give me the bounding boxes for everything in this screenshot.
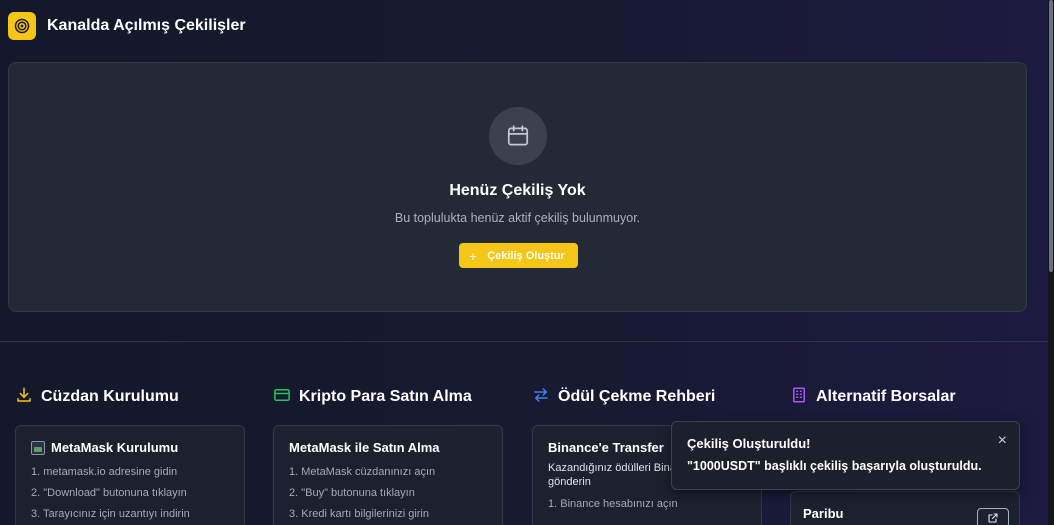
target-icon <box>8 12 36 40</box>
page-title: Kanalda Açılmış Çekilişler <box>47 17 246 34</box>
toast-message: "1000USDT" başlıklı çekiliş başarıyla ol… <box>687 459 982 473</box>
list-item: 1. MetaMask cüzdanınızı açın <box>289 466 436 478</box>
alternative-exchanges-section: Alternatif Borsalar <box>790 386 1022 408</box>
crypto-purchase-section: Kripto Para Satın Alma MetaMask ile Satı… <box>273 386 505 525</box>
plus-icon: + <box>469 247 478 264</box>
metamask-setup-card[interactable]: MetaMask Kurulumu 1. metamask.io adresin… <box>15 425 245 525</box>
section-title: Alternatif Borsalar <box>816 388 956 405</box>
empty-state-title: Henüz Çekiliş Yok <box>449 182 586 199</box>
download-icon <box>15 386 33 409</box>
card-title: MetaMask Kurulumu <box>51 440 179 455</box>
close-icon[interactable]: × <box>998 433 1007 449</box>
success-toast: Çekiliş Oluşturuldu! "1000USDT" başlıklı… <box>671 421 1020 490</box>
building-icon <box>790 386 808 409</box>
page-header: Kanalda Açılmış Çekilişler <box>8 11 246 41</box>
list-item: 1. metamask.io adresine gidin <box>31 466 178 478</box>
empty-state-card: Henüz Çekiliş Yok Bu toplulukta henüz ak… <box>8 62 1027 312</box>
card-title: Paribu <box>803 506 844 521</box>
section-title: Ödül Çekme Rehberi <box>558 388 716 405</box>
external-link-icon[interactable] <box>977 508 1009 525</box>
section-divider <box>0 341 1054 342</box>
metamask-logo-image <box>31 440 45 455</box>
section-title: Kripto Para Satın Alma <box>299 388 472 405</box>
transfer-icon <box>532 386 550 409</box>
create-giveaway-button[interactable]: + Çekiliş Oluştur <box>459 243 578 268</box>
scrollbar-thumb[interactable] <box>1049 0 1053 272</box>
card-title: MetaMask ile Satın Alma <box>289 440 440 455</box>
scrollbar[interactable] <box>1048 0 1054 525</box>
list-item: 1. Binance hesabınızı açın <box>548 498 678 510</box>
credit-card-icon <box>273 386 291 409</box>
empty-state-description: Bu toplulukta henüz aktif çekiliş bulunm… <box>394 211 641 225</box>
wallet-setup-section: Cüzdan Kurulumu MetaMask Kurulumu 1. met… <box>15 386 247 525</box>
toast-title: Çekiliş Oluşturuldu! <box>687 436 811 451</box>
card-title: Binance'e Transfer <box>548 440 664 455</box>
list-item: 3. Tarayıcınız için uzantıyı indirin <box>31 508 190 520</box>
create-giveaway-label: Çekiliş Oluştur <box>487 249 565 262</box>
metamask-buy-card[interactable]: MetaMask ile Satın Alma 1. MetaMask cüzd… <box>273 425 503 525</box>
list-item: 2. "Download" butonuna tıklayın <box>31 487 187 499</box>
reward-withdraw-section: Ödül Çekme Rehberi Binance'e Transfer Ka… <box>532 386 764 525</box>
paribu-card[interactable]: Paribu <box>790 491 1020 525</box>
list-item: 3. Kredi kartı bilgilerinizi girin <box>289 508 429 520</box>
calendar-icon <box>489 107 547 165</box>
section-title: Cüzdan Kurulumu <box>41 388 179 405</box>
list-item: 2. "Buy" butonuna tıklayın <box>289 487 415 499</box>
